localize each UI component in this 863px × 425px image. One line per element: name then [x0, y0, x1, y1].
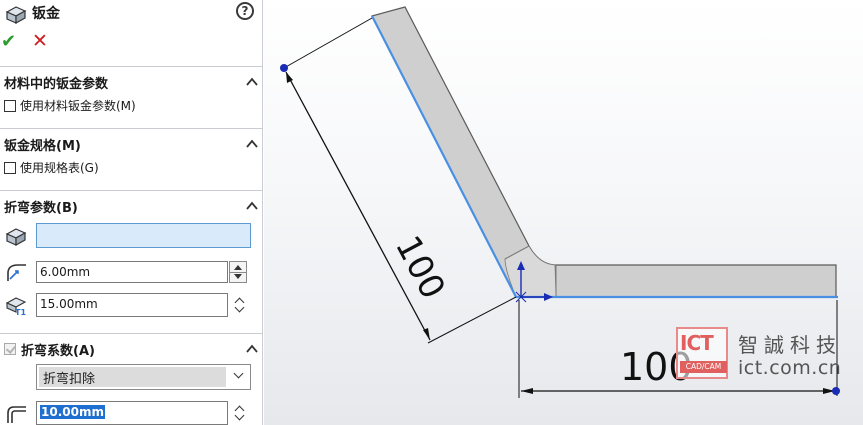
extension-line	[427, 296, 517, 344]
use-gauge-table-row[interactable]: 使用规格表(G)	[4, 159, 99, 176]
sheet-metal-icon	[5, 6, 27, 24]
angled-dimension-value[interactable]: 100	[387, 229, 453, 305]
thickness-icon: T1	[5, 297, 26, 316]
fixed-edge-highlight[interactable]	[371, 15, 838, 299]
bend-allowance-type-select[interactable]: 折弯扣除	[36, 364, 251, 390]
bend-radius-input[interactable]: 6.00mm	[36, 261, 228, 283]
graphics-area[interactable]: 100 100 ICT CAD/CAM 智誠科技 ict.com.cn	[264, 0, 863, 425]
collapse-icon[interactable]	[245, 137, 259, 151]
property-manager-panel: 钣金 ? ✔ ✕ 材料中的钣金参数 使用材料钣金参数(M) 钣金规格(M) 使用…	[0, 0, 263, 425]
divider	[0, 333, 262, 334]
use-gauge-table-checkbox[interactable]	[4, 161, 16, 174]
extension-line	[283, 17, 373, 69]
use-material-params-label: 使用材料钣金参数(M)	[20, 99, 136, 113]
arrowhead	[286, 72, 293, 83]
ok-button[interactable]: ✔	[1, 31, 16, 52]
material-section-title[interactable]: 材料中的钣金参数	[4, 73, 108, 92]
fixed-face-icon	[5, 228, 27, 246]
arrowhead	[423, 328, 430, 340]
divider	[0, 190, 262, 191]
divider	[0, 128, 262, 129]
divider	[0, 66, 262, 67]
collapse-icon[interactable]	[245, 342, 259, 356]
watermark-logo: ICT CAD/CAM	[676, 327, 728, 379]
bend-params-section-title[interactable]: 折弯参数(B)	[4, 197, 78, 216]
watermark-logo-text: ICT	[680, 331, 714, 355]
spin-down-icon[interactable]	[234, 410, 245, 421]
bend-allowance-section-title[interactable]: 折弯系数(A)	[21, 340, 95, 359]
use-gauge-table-label: 使用规格表(G)	[20, 161, 99, 175]
collapse-icon[interactable]	[245, 75, 259, 89]
help-icon[interactable]: ?	[236, 2, 254, 20]
dimension-line-angled[interactable]	[285, 71, 431, 341]
divider	[230, 272, 246, 273]
panel-title: 钣金	[32, 6, 60, 22]
bend-allowance-type-value: 折弯扣除	[39, 367, 226, 387]
bend-allowance-checkbox[interactable]	[4, 343, 16, 355]
dimension-endpoint-handle[interactable]	[832, 387, 840, 395]
gauge-section-title[interactable]: 钣金规格(M)	[4, 135, 81, 154]
bend-radius-spinner[interactable]	[229, 261, 247, 283]
watermark-url: ict.com.cn	[738, 357, 842, 379]
bend-deduction-icon	[7, 406, 26, 423]
arrowhead	[521, 388, 533, 394]
spin-down-icon[interactable]	[234, 302, 245, 313]
spin-down-icon[interactable]	[234, 274, 242, 279]
watermark-company: 智誠科技	[738, 333, 842, 357]
cancel-button[interactable]: ✕	[32, 30, 48, 52]
bend-radius-icon	[7, 264, 26, 281]
watermark: ICT CAD/CAM 智誠科技 ict.com.cn	[676, 327, 860, 387]
dimension-endpoint-handle[interactable]	[280, 64, 288, 72]
use-material-params-checkbox[interactable]	[4, 99, 16, 112]
thickness-spinner[interactable]	[232, 294, 250, 316]
ok-cancel-bar: ✔ ✕	[0, 30, 262, 54]
bend-deduction-spinner[interactable]	[232, 402, 250, 424]
spin-up-icon[interactable]	[234, 265, 242, 270]
thickness-input[interactable]: 15.00mm	[36, 293, 228, 317]
bend-deduction-value: 10.00mm	[40, 405, 105, 419]
chevron-down-icon[interactable]	[233, 368, 244, 379]
collapse-icon[interactable]	[245, 199, 259, 213]
panel-header: 钣金 ?	[0, 0, 262, 26]
fixed-face-selection-box[interactable]	[36, 223, 251, 248]
svg-text:T1: T1	[15, 308, 26, 316]
watermark-logo-sub: CAD/CAM	[680, 361, 727, 373]
use-material-params-row[interactable]: 使用材料钣金参数(M)	[4, 97, 136, 114]
bend-deduction-input[interactable]: 10.00mm	[36, 401, 228, 425]
